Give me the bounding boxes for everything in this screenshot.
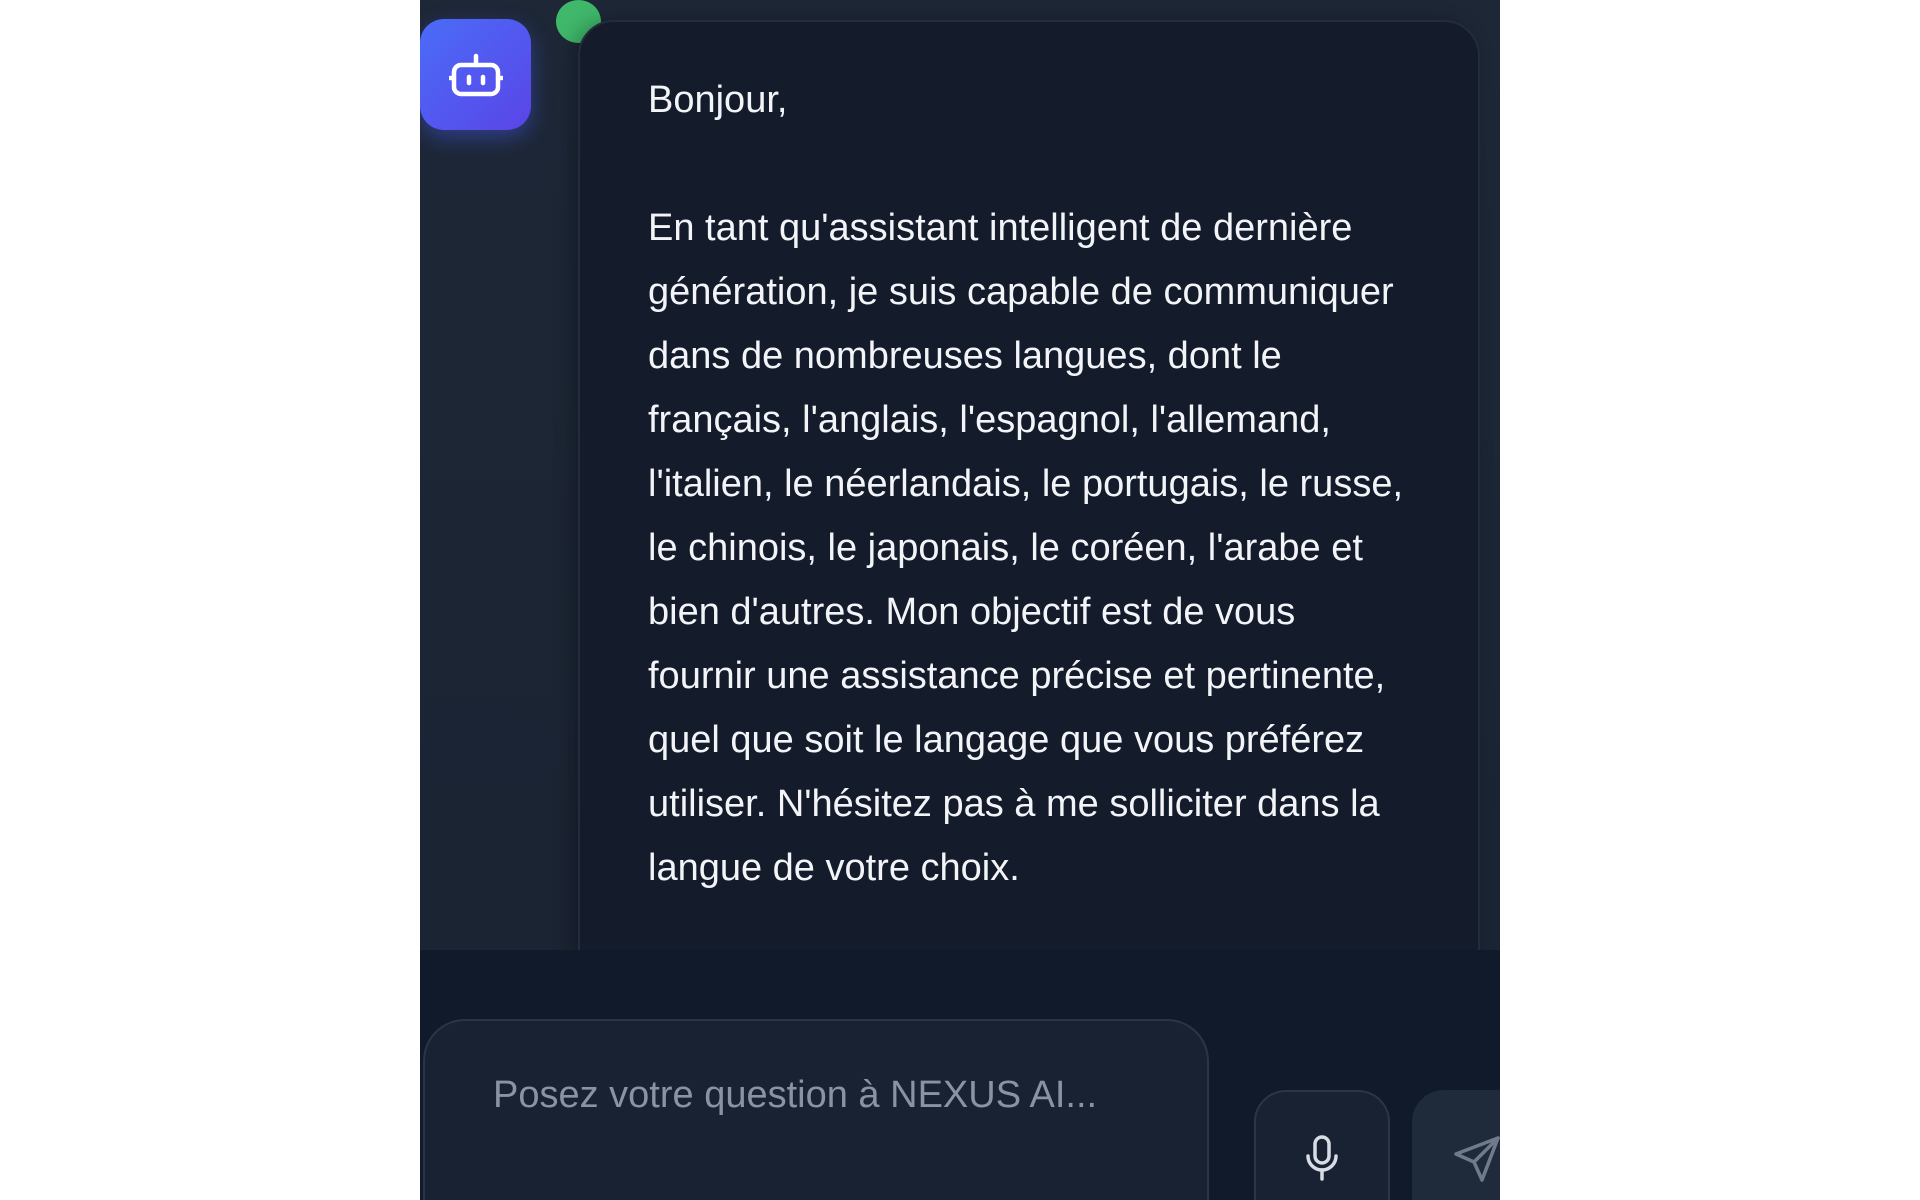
robot-icon [448, 53, 503, 96]
voice-input-button[interactable] [1254, 1090, 1390, 1200]
send-icon [1454, 1136, 1500, 1182]
assistant-message-bubble: Bonjour, En tant qu'assistant intelligen… [578, 20, 1480, 950]
message-input[interactable]: Posez votre question à NEXUS AI... [423, 1019, 1209, 1200]
assistant-avatar [420, 19, 531, 130]
message-list[interactable]: Bonjour, En tant qu'assistant intelligen… [420, 0, 1500, 950]
microphone-icon [1306, 1135, 1338, 1181]
assistant-message-text: Bonjour, En tant qu'assistant intelligen… [648, 79, 1404, 889]
chat-app: Bonjour, En tant qu'assistant intelligen… [420, 0, 1500, 1200]
send-button[interactable] [1412, 1090, 1500, 1200]
message-input-placeholder: Posez votre question à NEXUS AI... [493, 1074, 1098, 1116]
composer-bar: Posez votre question à NEXUS AI... [420, 950, 1500, 1200]
